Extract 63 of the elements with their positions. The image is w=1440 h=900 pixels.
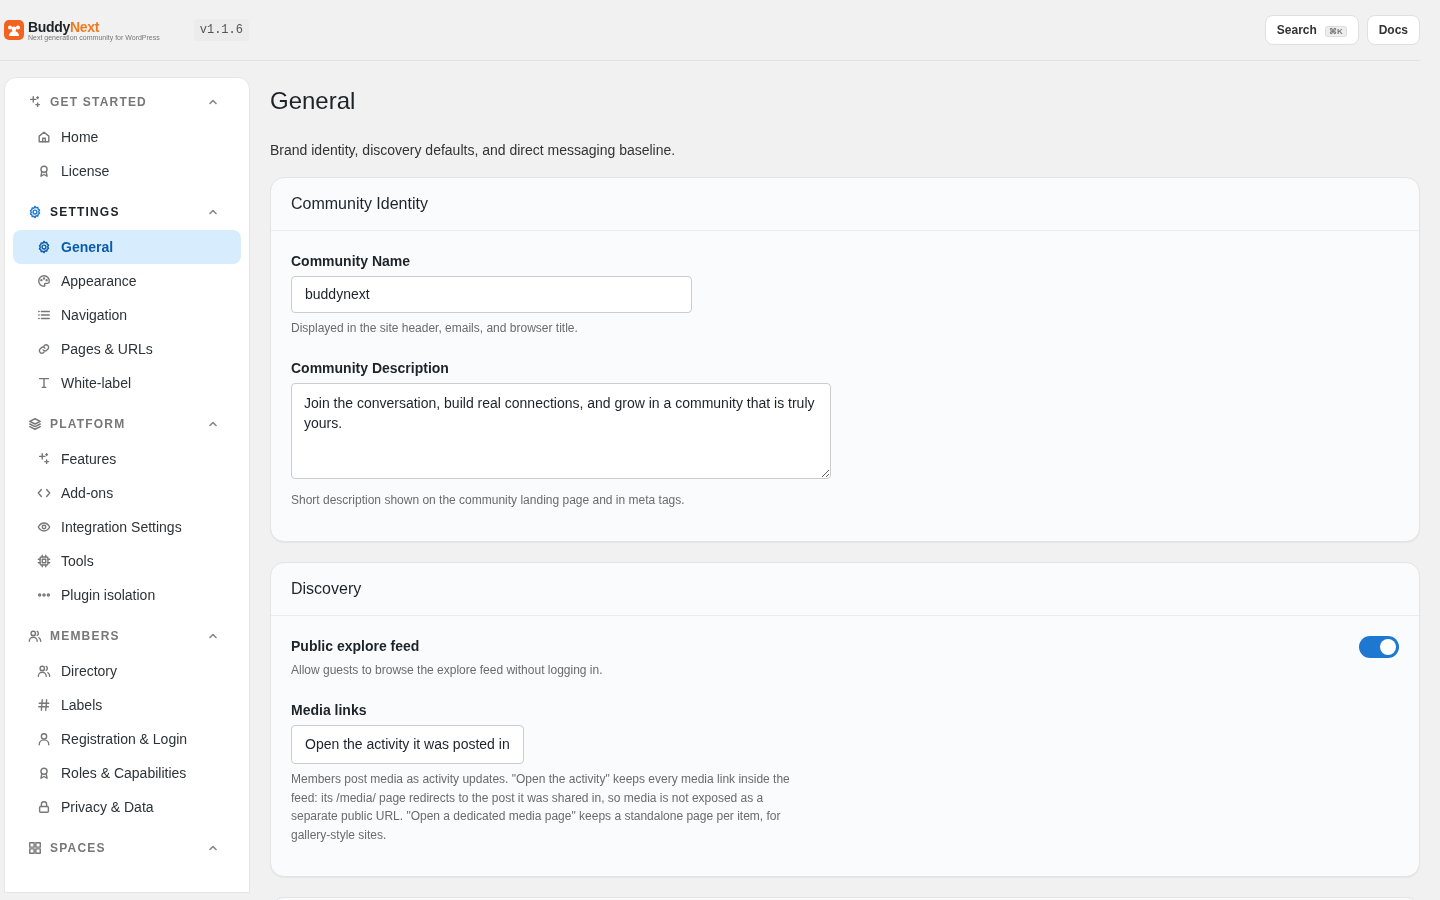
sidebar-item[interactable]: Navigation	[13, 298, 241, 333]
award-icon	[37, 766, 51, 781]
hash-icon	[37, 698, 51, 713]
select-field[interactable]: Open the activity it was posted in	[291, 725, 524, 764]
sidebar-item[interactable]: Add-ons	[13, 476, 241, 511]
section-header[interactable]: GET STARTED	[50, 93, 208, 112]
award-icon	[37, 164, 51, 179]
field-label: Media links	[291, 701, 368, 720]
page-title: General	[270, 87, 357, 117]
card-title: Community Identity	[271, 178, 1419, 232]
sidebar-item[interactable]: Features	[13, 442, 241, 477]
textarea-field[interactable]: Join the conversation, build real connections, and grow in a community that is truly yours.	[291, 382, 831, 479]
section-header[interactable]: PLATFORM	[50, 415, 208, 434]
sidebar-item[interactable]: License	[13, 154, 241, 189]
sidebar-item[interactable]: Pages & URLs	[13, 332, 241, 367]
link-icon	[37, 342, 51, 357]
sidebar-item[interactable]: Plugin isolation	[13, 578, 241, 613]
sidebar-item[interactable]: Roles & Capabilities	[13, 756, 241, 791]
field-label: Community Name	[291, 252, 412, 272]
section-header[interactable]: SPACES	[50, 839, 208, 858]
lock-icon	[37, 800, 51, 815]
help-text: Allow guests to browse the explore feed without logging in.	[291, 662, 604, 680]
field-label: Community Description	[291, 358, 450, 378]
section-header[interactable]: SETTINGS	[50, 203, 208, 222]
help-text: Members post media as activity updates. "Open the activity" keeps every media link inside the feed: its /media/ page redirects to the post it was shared in, so media is not exposed as a separate public URL. "Open a dedicated media page" keeps a standalone page per item, for gallery-style sites.	[291, 771, 791, 844]
sidebar-item[interactable]: White-label	[13, 366, 241, 401]
shortcut-key: ⌘K	[1324, 26, 1347, 38]
user-icon	[37, 732, 51, 747]
help-text: Short description shown on the community landing page and in meta tags.	[291, 491, 686, 509]
section-header[interactable]: MEMBERS	[50, 627, 208, 646]
page-description: Brand identity, discovery defaults, and direct messaging baseline.	[270, 141, 677, 161]
docs-button[interactable]: Docs	[1366, 15, 1420, 46]
eye-icon	[37, 520, 51, 535]
gear-icon	[37, 240, 51, 255]
users-icon	[28, 629, 42, 644]
layers-icon	[28, 417, 42, 432]
card-title: Discovery	[271, 563, 1419, 617]
palette-icon	[37, 274, 51, 289]
sidebar-item[interactable]: General	[13, 230, 241, 265]
sidebar-item[interactable]: Privacy & Data	[13, 790, 241, 825]
gear-icon	[28, 205, 42, 220]
sidebar-item[interactable]: Home	[13, 120, 241, 155]
sparkle-icon	[37, 452, 51, 467]
version-badge: v1.1.6	[193, 19, 249, 42]
field-label: Public explore feed	[291, 637, 421, 657]
users-icon	[37, 664, 51, 679]
help-text: Displayed in the site header, emails, and browser title.	[291, 320, 579, 338]
chip-icon	[37, 554, 51, 569]
text-input[interactable]: buddynext	[291, 276, 692, 314]
home-icon	[37, 130, 51, 145]
text-icon	[37, 376, 51, 391]
sparkle-icon	[28, 95, 42, 110]
sidebar-item[interactable]: Appearance	[13, 264, 241, 299]
search-button[interactable]: Search ⌘K	[1264, 15, 1359, 46]
logo-text: BuddyNext	[28, 19, 101, 34]
toggle-switch[interactable]	[1359, 636, 1399, 659]
sidebar-item[interactable]: Registration & Login	[13, 722, 241, 757]
sidebar-item[interactable]: Integration Settings	[13, 510, 241, 545]
grid-icon	[28, 841, 42, 856]
sidebar-item[interactable]: Tools	[13, 544, 241, 579]
logo-icon	[4, 20, 24, 41]
sidebar-item[interactable]: Directory	[13, 654, 241, 689]
sidebar-item[interactable]: Labels	[13, 688, 241, 723]
